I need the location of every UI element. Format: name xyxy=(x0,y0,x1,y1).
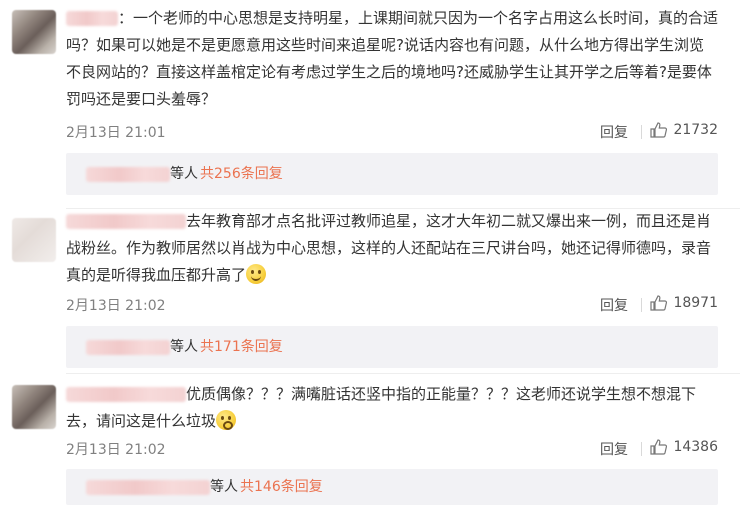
reply-button[interactable]: 回复 xyxy=(600,122,628,142)
view-replies-link[interactable]: 共146条回复 xyxy=(240,469,323,505)
comment-text: 优质偶像？？？满嘴脏话还竖中指的正能量？？？这老师还说学生想不想混下去，请问这是… xyxy=(66,381,718,435)
reply-button[interactable]: 回复 xyxy=(600,439,628,459)
username-redacted[interactable] xyxy=(66,387,186,402)
username-redacted[interactable] xyxy=(66,214,186,229)
avatar[interactable] xyxy=(12,218,56,262)
thumbs-up-icon xyxy=(650,439,668,455)
reply-button[interactable]: 回复 xyxy=(600,295,628,315)
divider xyxy=(641,298,642,312)
comment-meta: 2月13日 21:01 回复 21732 xyxy=(66,122,718,142)
like-button[interactable]: 21732 xyxy=(650,122,718,138)
thumbs-up-icon xyxy=(650,122,668,138)
comment-date: 2月13日 21:01 xyxy=(66,125,166,141)
smile-emoji-icon xyxy=(246,264,267,284)
reply-prefix: 等人 xyxy=(170,166,198,182)
like-button[interactable]: 14386 xyxy=(650,439,718,455)
like-count: 21732 xyxy=(673,122,718,138)
comment-item: ：一个老师的中心思想是支持明星，上课期间就只因为一个名字占用这么长时间，真的合适… xyxy=(0,0,740,200)
comment-item: 去年教育部才点名批评过教师追星，这才大年初二就又爆出来一例，而且还是肖战粉丝。作… xyxy=(0,208,740,378)
reply-summary: 等人 共146条回复 xyxy=(66,469,718,505)
surprised-emoji-icon xyxy=(216,410,237,430)
divider xyxy=(641,442,642,456)
like-count: 14386 xyxy=(673,439,718,455)
comment-date: 2月13日 21:02 xyxy=(66,442,166,458)
comment-item: 优质偶像？？？满嘴脏话还竖中指的正能量？？？这老师还说学生想不想混下去，请问这是… xyxy=(0,373,740,505)
reply-username-redacted[interactable] xyxy=(86,479,210,495)
username-redacted[interactable] xyxy=(66,11,118,26)
reply-username-redacted[interactable] xyxy=(86,166,170,182)
view-replies-link[interactable]: 共171条回复 xyxy=(200,326,283,368)
avatar[interactable] xyxy=(12,10,56,54)
comment-meta: 2月13日 21:02 回复 18971 xyxy=(66,295,718,315)
avatar[interactable] xyxy=(12,385,56,429)
reply-username-redacted[interactable] xyxy=(86,339,170,355)
reply-prefix: 等人 xyxy=(170,339,198,355)
like-button[interactable]: 18971 xyxy=(650,295,718,311)
reply-summary: 等人 共171条回复 xyxy=(66,326,718,368)
reply-summary: 等人 共256条回复 xyxy=(66,153,718,195)
comment-body: ：一个老师的中心思想是支持明星，上课期间就只因为一个名字占用这么长时间，真的合适… xyxy=(66,9,719,108)
reply-prefix: 等人 xyxy=(210,479,238,495)
comment-text: 去年教育部才点名批评过教师追星，这才大年初二就又爆出来一例，而且还是肖战粉丝。作… xyxy=(66,208,718,289)
divider xyxy=(641,125,642,139)
comment-text: ：一个老师的中心思想是支持明星，上课期间就只因为一个名字占用这么长时间，真的合适… xyxy=(66,5,718,113)
comment-date: 2月13日 21:02 xyxy=(66,298,166,314)
thumbs-up-icon xyxy=(650,295,668,311)
like-count: 18971 xyxy=(673,295,718,311)
view-replies-link[interactable]: 共256条回复 xyxy=(200,153,283,195)
comment-meta: 2月13日 21:02 回复 14386 xyxy=(66,439,718,459)
